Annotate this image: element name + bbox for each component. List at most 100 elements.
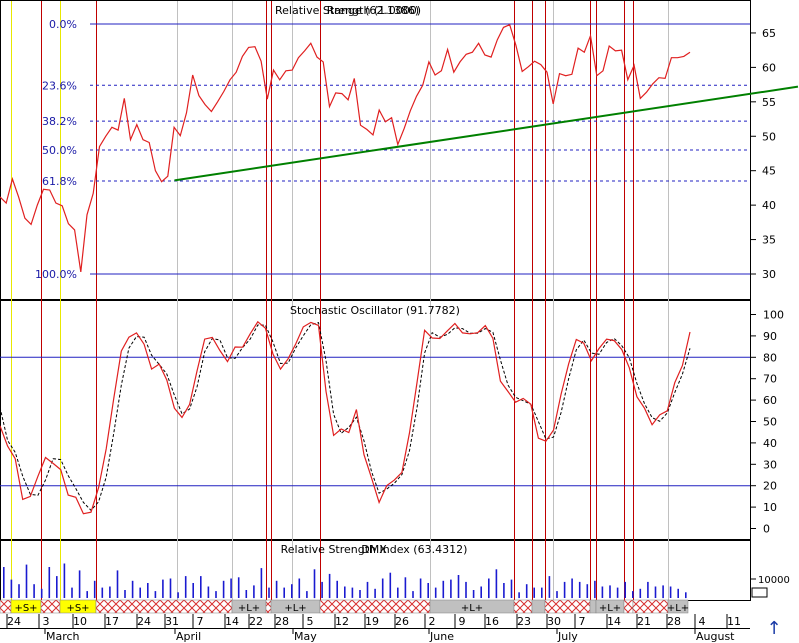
stochastic-tick-label: 50 bbox=[763, 416, 777, 429]
stochastic-panel: 1009080706050403020100 Stochastic Oscill… bbox=[0, 304, 784, 536]
volume-panel: Relative Strength Index (63.4312) DMX 10… bbox=[3, 543, 790, 599]
volume-bar bbox=[63, 563, 66, 598]
stochastic-tick-label: 70 bbox=[763, 373, 777, 386]
fib-level-label: 38.2% bbox=[42, 115, 77, 128]
volume-bar bbox=[10, 579, 13, 598]
volume-bar bbox=[268, 587, 270, 598]
volume-bar bbox=[215, 591, 217, 598]
signal-segment bbox=[589, 599, 597, 614]
volume-bar bbox=[109, 586, 111, 598]
date-day-label: 31 bbox=[165, 615, 179, 628]
volume-bar bbox=[154, 591, 157, 598]
date-day-label: 2 bbox=[429, 615, 436, 628]
volume-bar bbox=[525, 584, 528, 598]
scroll-box[interactable] bbox=[751, 587, 768, 598]
up-arrow-icon[interactable]: ↑ bbox=[764, 620, 784, 638]
signal-strip: +S+ +S+ +L+ +L+ +L+ +L+ +L+ bbox=[0, 599, 689, 614]
volume-bar bbox=[71, 587, 73, 598]
price-tick-label: 30 bbox=[762, 268, 776, 281]
volume-bar bbox=[472, 590, 475, 598]
volume-bar bbox=[465, 581, 467, 598]
signal-segment bbox=[623, 599, 634, 614]
volume-bar bbox=[586, 584, 589, 598]
stochastic-tick-label: 30 bbox=[763, 458, 777, 471]
volume-bar bbox=[124, 590, 126, 598]
date-day-label: 28 bbox=[667, 615, 681, 628]
volume-bar bbox=[601, 586, 604, 598]
date-month-label: July bbox=[557, 630, 578, 643]
date-day-label: 21 bbox=[637, 615, 651, 628]
signal-segment bbox=[40, 599, 61, 614]
signal-segment bbox=[319, 599, 431, 614]
volume-bar bbox=[336, 580, 338, 599]
signal-label: +S+ bbox=[66, 603, 89, 614]
volume-bar bbox=[381, 578, 384, 599]
price-y-axis-ticks: 65 60 55 50 45 40 35 30 bbox=[751, 27, 776, 281]
price-tick-label: 65 bbox=[762, 27, 776, 40]
price-tick-label: 55 bbox=[762, 96, 776, 109]
price-tick-label: 40 bbox=[762, 199, 776, 212]
volume-bar bbox=[101, 587, 104, 598]
stochastic-y-axis-ticks: 1009080706050403020100 bbox=[751, 309, 784, 536]
fib-level-label: 100.0% bbox=[35, 268, 77, 281]
volume-bar bbox=[457, 575, 460, 598]
volume-bar bbox=[245, 590, 248, 598]
date-month-label: May bbox=[294, 630, 317, 643]
date-day-label: 19 bbox=[365, 615, 379, 628]
signal-label: +S+ bbox=[14, 603, 37, 614]
volume-bar bbox=[306, 591, 308, 598]
date-day-label: 4 bbox=[699, 615, 706, 628]
stochastic-tick-label: 40 bbox=[763, 437, 777, 450]
panel-frames bbox=[0, 0, 751, 601]
volume-bar bbox=[639, 588, 642, 598]
signal-segment bbox=[544, 599, 591, 614]
date-day-label: 24 bbox=[7, 615, 21, 628]
price-series-line bbox=[0, 23, 691, 272]
volume-bar bbox=[56, 576, 58, 598]
volume-bar bbox=[366, 581, 369, 598]
stochastic-reference-lines bbox=[0, 356, 750, 487]
volume-bar bbox=[169, 578, 172, 599]
stochastic-tick-label: 10 bbox=[763, 501, 777, 514]
signal-segment bbox=[265, 599, 272, 614]
volume-bar bbox=[518, 592, 520, 599]
volume-bar bbox=[359, 590, 361, 598]
volume-bar bbox=[207, 586, 210, 598]
volume-bar bbox=[374, 588, 376, 598]
price-panel-overlay-title: Range (62.1386) bbox=[327, 4, 419, 17]
date-axis: 24 3 10 17 24 31 7 14 22 28 5 12 19 26 2 9 16 23 30 7 14 21 28… bbox=[0, 614, 750, 643]
volume-bar bbox=[18, 584, 20, 598]
volume-bar bbox=[669, 586, 672, 598]
volume-bar bbox=[116, 570, 119, 598]
volume-bar bbox=[86, 591, 88, 598]
date-month-label: April bbox=[176, 630, 201, 643]
date-day-label: 7 bbox=[197, 615, 204, 628]
date-month-label: June bbox=[429, 630, 454, 643]
volume-bar bbox=[563, 581, 566, 598]
date-day-label: 26 bbox=[395, 615, 409, 628]
volume-bar bbox=[450, 579, 452, 598]
date-day-label: 22 bbox=[249, 615, 263, 628]
volume-bar bbox=[594, 580, 596, 599]
date-day-label: 11 bbox=[727, 615, 741, 628]
volume-bar bbox=[40, 588, 43, 598]
stochastic-tick-label: 20 bbox=[763, 480, 777, 493]
volume-bar bbox=[298, 578, 301, 599]
date-month-label: August bbox=[696, 630, 735, 643]
volume-bar bbox=[200, 576, 202, 598]
volume-bar bbox=[480, 586, 482, 598]
date-day-label: 7 bbox=[579, 615, 586, 628]
price-tick-label: 45 bbox=[762, 165, 776, 178]
volume-bar bbox=[495, 569, 498, 599]
volume-bar bbox=[25, 564, 28, 598]
date-day-label: 28 bbox=[275, 615, 289, 628]
volume-bar bbox=[184, 576, 187, 598]
signal-segment bbox=[0, 599, 12, 614]
price-tick-label: 35 bbox=[762, 234, 776, 247]
volume-bar bbox=[78, 570, 81, 598]
fib-level-label: 23.6% bbox=[42, 79, 77, 92]
volume-bar bbox=[237, 577, 240, 598]
volume-bar bbox=[275, 580, 278, 599]
signal-segment bbox=[95, 599, 233, 614]
volume-bar bbox=[442, 580, 445, 599]
